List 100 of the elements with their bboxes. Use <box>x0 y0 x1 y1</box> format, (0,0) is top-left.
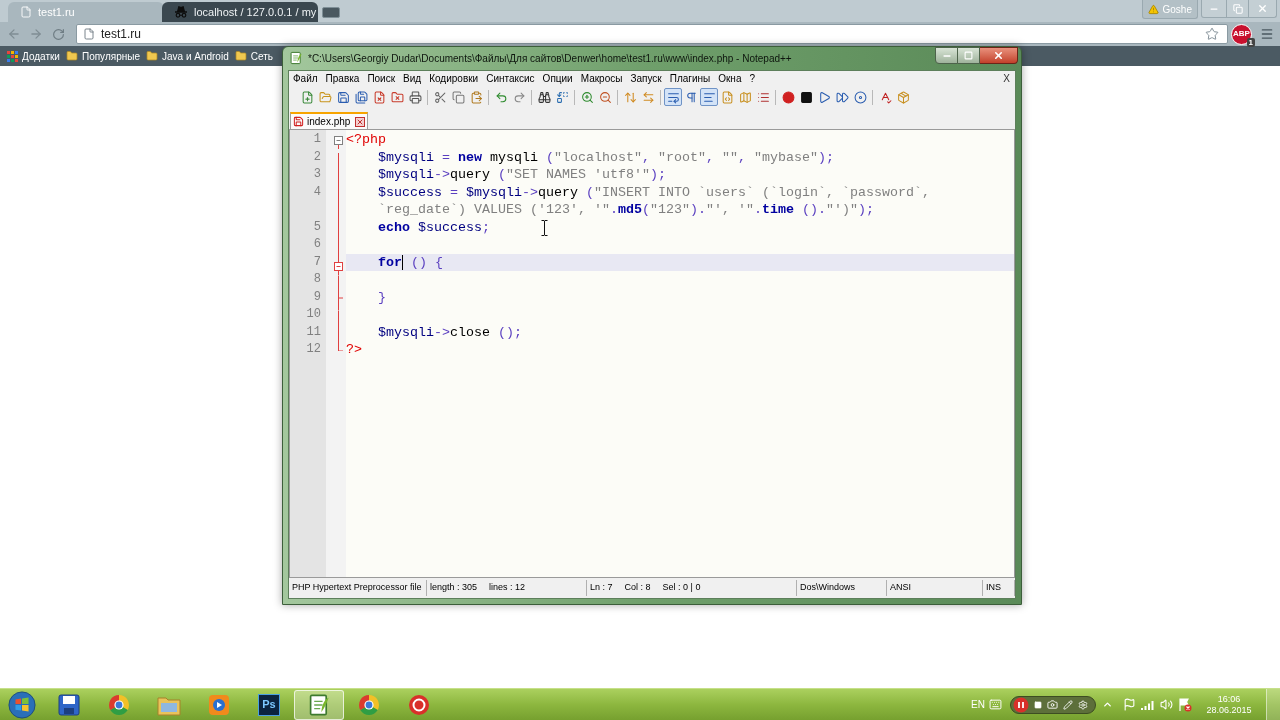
restore-button[interactable] <box>1227 0 1249 18</box>
menu-item[interactable]: Синтаксис <box>482 71 539 87</box>
file-x-icon <box>372 90 386 104</box>
clock-time: 16:06 <box>1217 693 1241 705</box>
status-text: Dos\Windows <box>800 581 855 595</box>
zoom-out-icon <box>598 90 612 104</box>
ring-icon <box>408 693 430 716</box>
fold-minus-icon[interactable] <box>334 135 343 149</box>
menu-item[interactable]: Плагины <box>665 71 715 87</box>
status-text: INS <box>986 581 1001 595</box>
status-text: length : 305 <box>430 581 478 595</box>
line-number: 11 <box>306 324 321 339</box>
line-number: 10 <box>306 307 321 321</box>
stacked-floppy-disks-icon <box>354 90 368 104</box>
line-number: 7 <box>313 254 321 269</box>
menu-item[interactable]: ? <box>745 71 760 87</box>
code-line: $mysqli->close (); <box>378 323 522 341</box>
copy-icon <box>451 90 465 104</box>
menu-item[interactable]: Запуск <box>626 71 666 87</box>
code-line: () { <box>410 253 443 271</box>
close-document-button[interactable]: X <box>998 71 1015 87</box>
menu-item[interactable]: Опции <box>538 71 577 87</box>
window-title: *C:\Users\Georgiy Dudar\Documents\Файлы\Для сайтов\Denwer\home\test1.ru\www\index.php - Notepad++ <box>308 51 792 66</box>
pencil-icon[interactable] <box>1063 699 1073 710</box>
signal-bars-icon[interactable] <box>1141 698 1155 711</box>
status-text: Sel : 0 | 0 <box>662 581 701 595</box>
menu-item[interactable]: Вид <box>399 71 426 87</box>
page-icon <box>20 6 32 18</box>
menu-item[interactable]: Правка <box>321 71 364 87</box>
status-text: PHP Hypertext Preprocessor file <box>292 581 422 595</box>
bookmark[interactable]: Java и Android <box>143 47 232 65</box>
address-field[interactable]: test1.ru <box>76 24 1228 44</box>
folder-open-icon <box>318 90 332 104</box>
chevron-up-icon[interactable] <box>1102 699 1113 710</box>
folder-icon <box>234 50 247 62</box>
flag-icon[interactable] <box>1123 698 1136 711</box>
line-number: 6 <box>313 237 321 251</box>
status-text: lines : 12 <box>489 581 526 595</box>
fold-minus-icon[interactable] <box>334 258 343 276</box>
menu-item[interactable]: Кодировки <box>425 71 483 87</box>
bookmark[interactable]: Додатки <box>4 47 63 65</box>
camera-icon[interactable] <box>1047 699 1058 710</box>
status-text: Ln : 7 <box>590 581 613 595</box>
code-line: ?> <box>346 341 362 359</box>
play-tile-icon <box>208 693 230 716</box>
bookmark[interactable]: Популярные <box>62 47 143 65</box>
line-number: 4 <box>313 184 321 199</box>
align-left-icon <box>702 90 716 104</box>
maximize-button[interactable] <box>958 47 980 64</box>
close-icon <box>1257 3 1268 14</box>
code-line: } <box>378 288 386 306</box>
reload-icon <box>51 27 65 41</box>
page-icon <box>83 28 95 40</box>
undo-icon <box>494 90 508 104</box>
wrap-lines-icon <box>666 90 680 104</box>
notepad-icon <box>289 51 303 65</box>
clipboard-arrow-icon <box>469 90 483 104</box>
pause-icon[interactable] <box>1013 696 1029 713</box>
app-grid-icon <box>7 50 18 62</box>
line-number: 12 <box>306 342 321 356</box>
line-number: 2 <box>313 149 321 164</box>
code-line: $mysqli = new mysqli ("localhost", "root", "", "mybase"); <box>378 148 834 166</box>
taskbar-button[interactable] <box>294 689 344 720</box>
left-right-arrows-icon <box>641 90 655 104</box>
pilcrow-icon <box>684 90 698 104</box>
record-icon <box>781 90 795 104</box>
menu-item[interactable]: Макросы <box>576 71 627 87</box>
line-number: 9 <box>313 289 321 304</box>
segmented-circle-icon <box>108 693 130 716</box>
star-icon[interactable] <box>1205 27 1219 41</box>
stop-icon[interactable] <box>1034 700 1042 709</box>
keyboard-icon[interactable] <box>989 698 1002 711</box>
taskbar-button[interactable]: Ps <box>244 689 294 720</box>
zoom-in-icon <box>580 90 594 104</box>
minimize-button[interactable] <box>935 47 958 64</box>
binoculars-icon <box>537 90 551 104</box>
show-desktop-button[interactable] <box>1266 689 1280 720</box>
new-tab-button[interactable] <box>322 7 340 18</box>
menu-item[interactable]: Окна <box>714 71 746 87</box>
document-tab[interactable]: index.php <box>290 112 369 129</box>
speaker-icon[interactable] <box>1160 698 1173 711</box>
menu-item[interactable]: Файл <box>289 71 322 87</box>
close-button[interactable] <box>980 47 1018 64</box>
extension-button[interactable]: ABP 1 <box>1231 23 1252 45</box>
count-badge: 1 <box>1246 37 1255 47</box>
browser-tab[interactable]: localhost / 127.0.0.1 / my <box>162 2 318 22</box>
fast-forward-icon <box>835 90 849 104</box>
scissors-icon <box>433 90 447 104</box>
menu-item[interactable]: Поиск <box>363 71 400 87</box>
printer-icon <box>408 90 422 104</box>
close-icon <box>993 50 1004 61</box>
tab-close-button[interactable] <box>355 116 366 127</box>
flag-x-icon[interactable] <box>1178 697 1192 712</box>
line-number: 8 <box>313 272 321 286</box>
code-line: `reg_date`) VALUES ('123', '".md5("123")."', '".time ()."')"); <box>378 201 874 219</box>
status-text: ANSI <box>890 581 911 595</box>
code-file-icon <box>720 90 734 104</box>
bookmark[interactable]: Сеть <box>231 47 276 65</box>
segmented-circle-icon <box>358 693 380 716</box>
settings-icon[interactable] <box>1078 699 1088 710</box>
